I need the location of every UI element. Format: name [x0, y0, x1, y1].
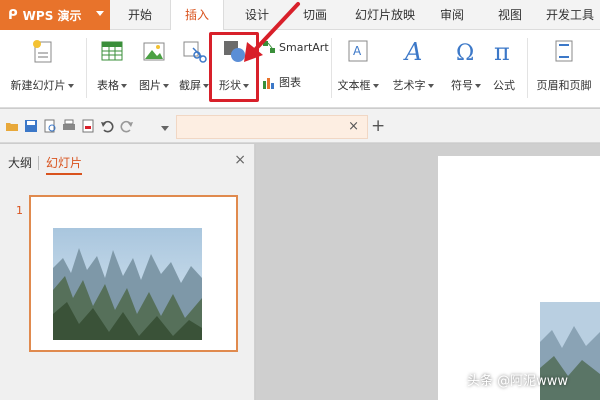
undo-icon[interactable] — [100, 119, 114, 133]
open-folder-icon[interactable] — [5, 119, 19, 133]
tab-outline[interactable]: 大纲 — [8, 154, 32, 171]
watermark-text: 头条 @阿泥www — [467, 374, 569, 389]
quick-access-bar: × + — [0, 109, 600, 143]
slide-number: 1 — [16, 204, 23, 217]
mountain-picture — [53, 228, 202, 340]
document-tab[interactable]: × — [176, 115, 368, 139]
panel-tab-divider — [38, 156, 39, 170]
close-tab-icon[interactable]: × — [348, 119, 359, 134]
save-icon[interactable] — [24, 119, 38, 133]
chevron-down-icon[interactable] — [161, 126, 169, 131]
print-preview-icon[interactable] — [43, 119, 57, 133]
tab-slides[interactable]: 幻灯片 — [46, 154, 83, 175]
slide-canvas — [256, 144, 600, 400]
print-icon[interactable] — [62, 119, 76, 133]
redo-icon[interactable] — [120, 119, 134, 133]
export-pdf-icon[interactable] — [81, 119, 95, 133]
slide-thumbnail[interactable] — [29, 195, 238, 352]
new-tab-icon[interactable]: + — [371, 116, 385, 136]
close-panel-icon[interactable]: × — [234, 152, 246, 168]
slides-panel: 大纲 幻灯片 × 1 — [0, 144, 255, 400]
slide-editor[interactable] — [438, 156, 600, 400]
